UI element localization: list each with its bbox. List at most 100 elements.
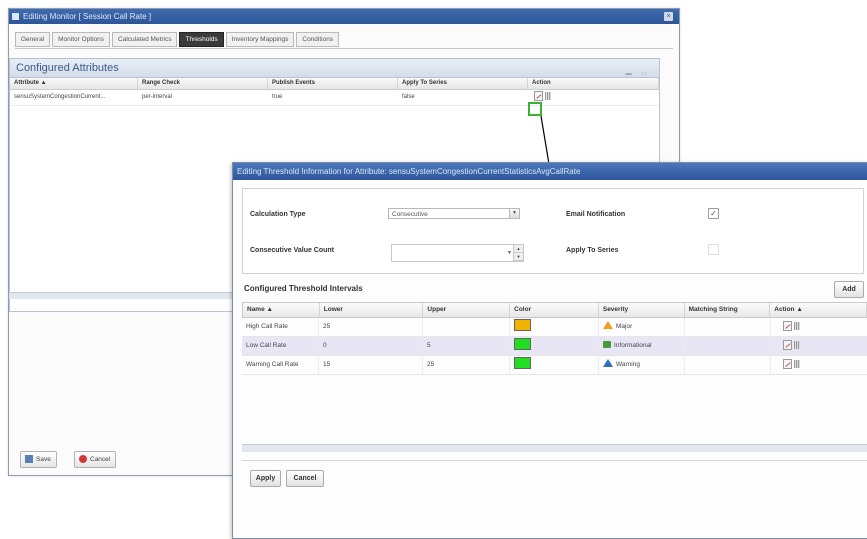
intervals-table: Name ▲ Lower Upper Color Severity Matchi… xyxy=(242,302,867,375)
email-notification-checkbox[interactable]: ✓ xyxy=(708,208,719,219)
severity-label: Major xyxy=(616,323,633,330)
tab-thresholds[interactable]: Thresholds xyxy=(179,32,224,47)
tab-bar: General Monitor Options Calculated Metri… xyxy=(15,32,341,47)
panel-tools-icon[interactable]: ▬ ▭ xyxy=(626,65,651,83)
cell-lower: 0 xyxy=(319,337,423,355)
panel-header: Configured Attributes ▬ ▭ xyxy=(10,59,659,78)
cell-action xyxy=(771,337,867,355)
edit-icon[interactable] xyxy=(783,321,792,332)
cell-color xyxy=(510,337,599,355)
col-action[interactable]: Action ▲ xyxy=(770,303,867,317)
tab-monitor-options[interactable]: Monitor Options xyxy=(52,32,111,47)
tab-conditions[interactable]: Conditions xyxy=(296,32,340,47)
intervals-table-body: High Call Rate 25 Major Low Call Rate 0 5 Info… xyxy=(242,318,867,375)
window-title: Editing Monitor [ Session Call Rate ] xyxy=(23,12,152,21)
calc-type-select[interactable]: Consecutive ▼ xyxy=(388,208,520,219)
cell-color xyxy=(510,356,599,374)
col-publish-events[interactable]: Publish Events xyxy=(268,78,398,89)
severity-label: Warning xyxy=(616,361,640,368)
caret-icon: ▼ xyxy=(507,250,512,256)
edit-action-highlight xyxy=(528,102,542,116)
col-attribute[interactable]: Attribute ▲ xyxy=(10,78,138,89)
cell-action xyxy=(528,90,659,105)
consecutive-count-stepper[interactable]: ▼ ▲ ▼ xyxy=(391,244,524,262)
cell-upper xyxy=(423,318,510,336)
col-range-check[interactable]: Range Check xyxy=(138,78,268,89)
dialog-title: Editing Threshold Information for Attrib… xyxy=(237,167,581,176)
edit-icon[interactable] xyxy=(783,359,792,370)
major-icon xyxy=(603,321,613,330)
table-row[interactable]: High Call Rate 25 Major xyxy=(242,318,867,337)
delete-icon[interactable] xyxy=(794,322,800,331)
cell-name: Warning Call Rate xyxy=(242,356,319,374)
color-swatch[interactable] xyxy=(514,338,531,351)
intervals-section-title: Configured Threshold Intervals xyxy=(244,284,363,293)
tab-inventory-mappings[interactable]: Inventory Mappings xyxy=(225,32,295,47)
threshold-form: Calculation Type Consecutive ▼ Email Not… xyxy=(242,188,864,274)
close-icon[interactable]: × xyxy=(664,12,673,21)
increment-icon[interactable]: ▲ xyxy=(514,245,523,253)
add-button[interactable]: Add xyxy=(834,281,864,298)
cell-color xyxy=(510,318,599,336)
edit-icon[interactable] xyxy=(783,340,792,351)
cell-action xyxy=(771,356,867,374)
table-row[interactable]: sensuSystemCongestionCurrent... per-inte… xyxy=(10,90,659,106)
tab-calculated-metrics[interactable]: Calculated Metrics xyxy=(112,32,178,47)
floppy-icon xyxy=(25,455,33,464)
warning-icon xyxy=(603,359,613,368)
delete-icon[interactable] xyxy=(545,92,551,101)
col-apply-to-series[interactable]: Apply To Series xyxy=(398,78,528,89)
email-notification-label: Email Notification xyxy=(566,211,626,218)
calc-type-value: Consecutive xyxy=(392,211,428,218)
apply-to-series-checkbox[interactable] xyxy=(708,244,719,255)
delete-icon[interactable] xyxy=(794,341,800,350)
cell-upper: 25 xyxy=(423,356,510,374)
cell-range-check: per-interval xyxy=(142,94,173,100)
window-titlebar: Editing Monitor [ Session Call Rate ] × xyxy=(9,9,679,24)
col-color[interactable]: Color xyxy=(510,303,599,317)
dialog-divider xyxy=(242,460,867,461)
stepper-buttons[interactable]: ▲ ▼ xyxy=(513,245,523,261)
cancel-label: Cancel xyxy=(90,456,111,463)
table-row[interactable]: Warning Call Rate 15 25 Warning xyxy=(242,356,867,375)
calc-type-label: Calculation Type xyxy=(250,211,306,218)
intervals-scrollbar[interactable] xyxy=(242,444,867,452)
attributes-grid-header: Attribute ▲ Range Check Publish Events A… xyxy=(10,78,659,90)
cancel-button[interactable]: Cancel xyxy=(74,451,117,468)
col-severity[interactable]: Severity xyxy=(599,303,685,317)
dialog-cancel-button[interactable]: Cancel xyxy=(286,470,324,487)
cell-name: Low Call Rate xyxy=(242,337,319,355)
cell-matching-string xyxy=(685,337,771,355)
table-row[interactable]: Low Call Rate 0 5 Informational xyxy=(242,337,867,356)
consecutive-count-label: Consecutive Value Count xyxy=(250,247,335,254)
cell-lower: 15 xyxy=(319,356,423,374)
save-button[interactable]: Save xyxy=(20,451,57,468)
cell-upper: 5 xyxy=(423,337,510,355)
edit-icon[interactable] xyxy=(534,91,543,102)
tab-general[interactable]: General xyxy=(15,32,51,47)
chevron-down-icon[interactable]: ▼ xyxy=(509,209,519,218)
cell-lower: 25 xyxy=(319,318,423,336)
decrement-icon[interactable]: ▼ xyxy=(514,253,523,261)
color-swatch[interactable] xyxy=(514,357,531,370)
intervals-table-header: Name ▲ Lower Upper Color Severity Matchi… xyxy=(242,302,867,318)
cell-apply-to-series: false xyxy=(402,94,415,100)
cell-matching-string xyxy=(685,318,771,336)
save-label: Save xyxy=(36,456,51,463)
delete-icon[interactable] xyxy=(794,360,800,369)
cancel-icon xyxy=(79,455,87,464)
window-icon xyxy=(12,13,19,20)
cell-matching-string xyxy=(685,356,771,374)
color-swatch[interactable] xyxy=(514,319,531,332)
tab-divider xyxy=(15,48,673,49)
cell-severity: Informational xyxy=(599,337,685,355)
col-upper[interactable]: Upper xyxy=(423,303,511,317)
dialog-titlebar: Editing Threshold Information for Attrib… xyxy=(233,163,867,180)
apply-button[interactable]: Apply xyxy=(250,470,281,487)
col-matching-string[interactable]: Matching String xyxy=(685,303,771,317)
cell-severity: Warning xyxy=(599,356,685,374)
col-lower[interactable]: Lower xyxy=(320,303,424,317)
cell-publish-events: true xyxy=(272,94,283,100)
col-name[interactable]: Name ▲ xyxy=(243,303,320,317)
severity-label: Informational xyxy=(614,342,652,349)
